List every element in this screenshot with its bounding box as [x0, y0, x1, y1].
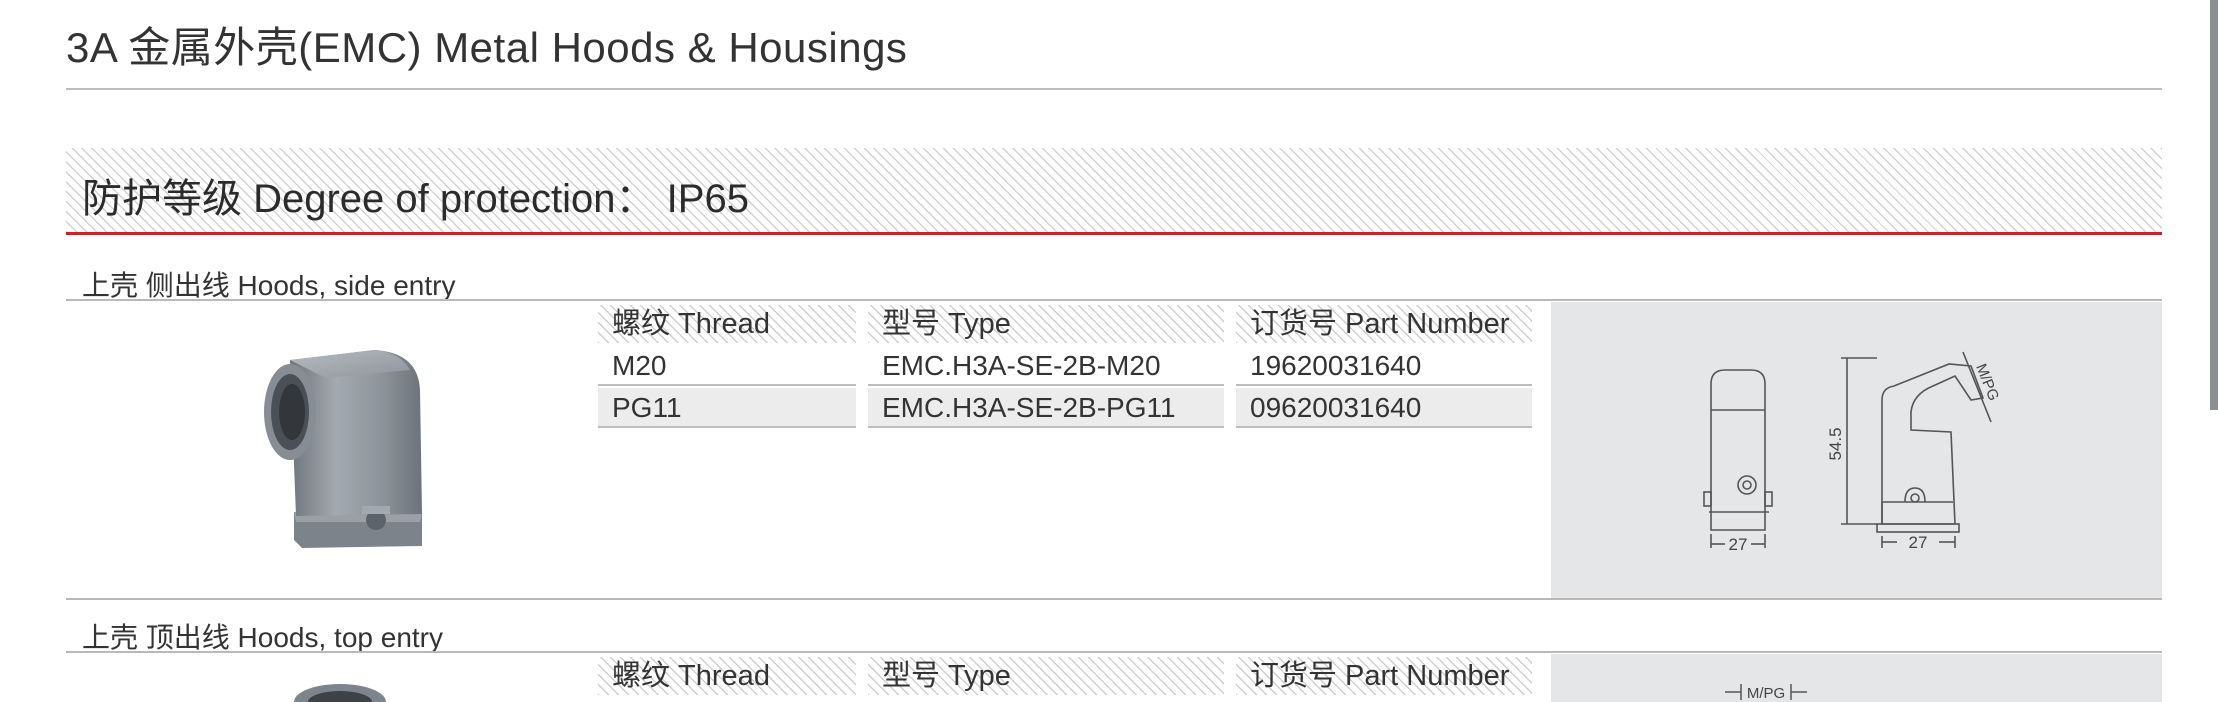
row-2-thread: PG11 [598, 388, 856, 428]
section-title-top-entry: 上壳 顶出线 Hoods, top entry [82, 622, 444, 653]
section-rule-bottom-side-entry [66, 598, 2162, 600]
header-part-number-top-entry: 订货号 Part Number [1236, 657, 1532, 695]
section-rule-top-entry [66, 651, 2162, 653]
edge-strip [2210, 0, 2218, 410]
page-title: 3A 金属外壳(EMC) Metal Hoods & Housings [66, 24, 908, 71]
height-label: 54.5 [1826, 427, 1845, 460]
protection-rating: 防护等级 Degree of protection： IP65 [82, 177, 749, 221]
section-title-side-entry: 上壳 侧出线 Hoods, side entry [82, 270, 456, 301]
header-thread-top-entry: 螺纹 Thread [598, 657, 856, 695]
header-part-number: 订货号 Part Number [1236, 305, 1532, 343]
title-divider [66, 88, 2162, 90]
side-width-label: 27 [1909, 533, 1928, 552]
side-entry-hood-photo [264, 350, 422, 548]
row-1-part-number: 19620031640 [1236, 346, 1532, 386]
section-rule-side-entry [66, 299, 2162, 301]
row-1-thread: M20 [598, 346, 856, 386]
top-entry-hood-photo [294, 684, 386, 702]
row-2-part-number: 09620031640 [1236, 388, 1532, 428]
header-type-top-entry: 型号 Type [868, 657, 1224, 695]
row-2-type: EMC.H3A-SE-2B-PG11 [868, 388, 1224, 428]
header-type: 型号 Type [868, 305, 1224, 343]
front-width-label: 27 [1729, 535, 1748, 554]
row-1-type: EMC.H3A-SE-2B-M20 [868, 346, 1224, 386]
dimension-drawing-side-entry: 27 27 54.5 M/PG [1703, 351, 2002, 554]
dimension-drawing-top-entry: M/PG [1725, 684, 1807, 702]
header-thread: 螺纹 Thread [598, 305, 856, 343]
top-entry-size-label: M/PG [1747, 685, 1785, 702]
